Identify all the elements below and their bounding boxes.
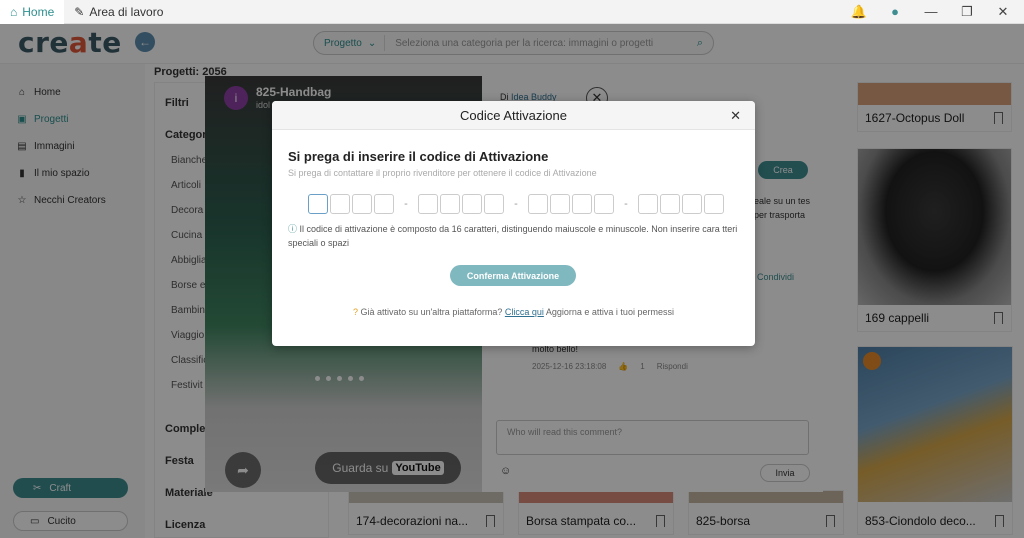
activation-code-inputs: - - - bbox=[308, 194, 726, 214]
code-char-input[interactable] bbox=[374, 194, 394, 214]
emoji-icon[interactable]: ☺ bbox=[500, 465, 511, 477]
code-char-input[interactable] bbox=[550, 194, 570, 214]
restore-icon[interactable]: ❐ bbox=[958, 4, 976, 20]
close-icon[interactable]: ✕ bbox=[730, 108, 741, 124]
like-icon[interactable]: 👍 bbox=[618, 362, 628, 371]
code-char-input[interactable] bbox=[682, 194, 702, 214]
code-char-input[interactable] bbox=[308, 194, 328, 214]
code-char-input[interactable] bbox=[330, 194, 350, 214]
code-char-input[interactable] bbox=[462, 194, 482, 214]
video-title: 825-Handbag bbox=[256, 85, 332, 99]
send-button[interactable]: Invia bbox=[760, 464, 810, 482]
code-char-input[interactable] bbox=[418, 194, 438, 214]
code-char-input[interactable] bbox=[484, 194, 504, 214]
description-line: per trasporta bbox=[754, 210, 806, 220]
code-char-input[interactable] bbox=[704, 194, 724, 214]
click-here-link[interactable]: Clicca qui bbox=[505, 307, 544, 317]
already-activated-note: ? Già attivato su un'altra piattaforma? … bbox=[272, 307, 755, 317]
share-link[interactable]: Condividi bbox=[757, 272, 794, 282]
bell-icon[interactable]: 🔔 bbox=[850, 4, 868, 20]
code-char-input[interactable] bbox=[660, 194, 680, 214]
activation-code-modal: Codice Attivazione ✕ Si prega di inserir… bbox=[272, 101, 755, 346]
tab-home-label: Home bbox=[22, 4, 55, 19]
code-char-input[interactable] bbox=[638, 194, 658, 214]
carousel-dots[interactable] bbox=[315, 376, 364, 381]
tab-workspace[interactable]: ✎ Area di lavoro bbox=[64, 0, 173, 24]
code-char-input[interactable] bbox=[440, 194, 460, 214]
info-icon: ⓘ bbox=[288, 224, 298, 234]
modal-title: Si prega di inserire il codice di Attiva… bbox=[288, 149, 549, 164]
code-char-input[interactable] bbox=[352, 194, 372, 214]
youtube-label: Guarda su bbox=[332, 461, 389, 475]
share-icon[interactable]: ➦ bbox=[225, 452, 261, 488]
reply-button[interactable]: Rispondi bbox=[657, 362, 688, 371]
video-subtitle: idol bbox=[256, 100, 271, 110]
comment-input[interactable]: Who will read this comment? bbox=[496, 420, 809, 455]
watch-on-youtube-button[interactable]: Guarda su YouTube bbox=[315, 452, 461, 484]
code-char-input[interactable] bbox=[594, 194, 614, 214]
modal-header-title: Codice Attivazione bbox=[460, 107, 567, 123]
pencil-icon: ✎ bbox=[74, 4, 85, 19]
channel-avatar: i bbox=[224, 86, 248, 110]
close-window-icon[interactable]: ✕ bbox=[994, 4, 1012, 20]
minimize-icon[interactable]: — bbox=[922, 4, 940, 19]
tab-workspace-label: Area di lavoro bbox=[89, 4, 164, 19]
modal-header: Codice Attivazione ✕ bbox=[272, 101, 755, 130]
code-char-input[interactable] bbox=[572, 194, 592, 214]
confirm-activation-button[interactable]: Conferma Attivazione bbox=[450, 265, 576, 286]
home-icon: ⌂ bbox=[10, 4, 18, 19]
code-info-text: ⓘ Il codice di attivazione è composto da… bbox=[288, 224, 738, 248]
note-prefix: Già attivato su un'altra piattaforma? bbox=[360, 307, 503, 317]
note-suffix: Aggiorna e attiva i tuoi permessi bbox=[545, 307, 674, 317]
user-icon[interactable]: ● bbox=[886, 4, 904, 19]
modal-subtitle: Si prega di contattare il proprio rivend… bbox=[288, 168, 597, 178]
like-count: 1 bbox=[640, 362, 645, 371]
code-separator: - bbox=[404, 198, 408, 210]
question-icon: ? bbox=[353, 307, 359, 317]
comment-meta: 2025-12-16 23:18:08 👍 1 Rispondi bbox=[532, 362, 688, 371]
code-separator: - bbox=[624, 198, 628, 210]
description-line: eale su un tes bbox=[754, 196, 811, 206]
code-separator: - bbox=[514, 198, 518, 210]
youtube-logo-icon: YouTube bbox=[392, 461, 444, 475]
crea-button[interactable]: Crea bbox=[758, 161, 808, 179]
code-char-input[interactable] bbox=[528, 194, 548, 214]
title-bar: ⌂ Home ✎ Area di lavoro 🔔 ● — ❐ ✕ bbox=[0, 0, 1024, 24]
comment-date: 2025-12-16 23:18:08 bbox=[532, 362, 607, 371]
tab-home[interactable]: ⌂ Home bbox=[0, 0, 65, 24]
